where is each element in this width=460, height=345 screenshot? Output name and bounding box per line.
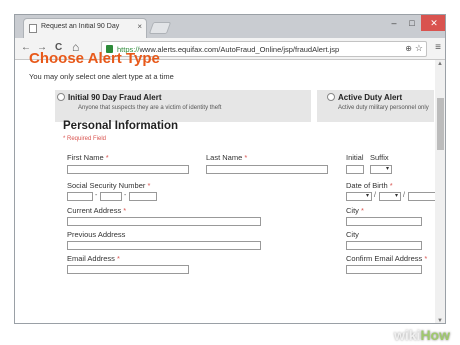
initial-input[interactable]	[346, 165, 364, 174]
ssn-part2-input[interactable]	[100, 192, 122, 201]
city-label: City *	[346, 206, 364, 215]
email-label: Email Address *	[67, 254, 120, 263]
vertical-scrollbar[interactable]: ▲ ▼	[435, 60, 445, 323]
ssn-part1-input[interactable]	[67, 192, 93, 201]
previous-address-label: Previous Address	[67, 230, 126, 239]
last-name-input[interactable]	[206, 165, 328, 174]
current-address-label: Current Address *	[67, 206, 127, 215]
ssn-label: Social Security Number *	[67, 181, 151, 190]
scrollbar-thumb[interactable]	[437, 98, 444, 150]
dob-slash: /	[403, 192, 405, 199]
previous-address-input[interactable]	[67, 241, 261, 250]
ssn-dash: -	[95, 192, 98, 199]
chevron-down-icon: ▾	[365, 193, 369, 199]
section-title: Personal Information	[63, 120, 179, 132]
suffix-select[interactable]: ▾	[370, 165, 392, 174]
dob-label: Date of Birth *	[346, 181, 393, 190]
browser-window: Request an Initial 90 Day × – □ ✕ ← → C …	[14, 14, 446, 324]
required-field-note: * Required Field	[63, 136, 107, 142]
suffix-label: Suffix	[370, 153, 389, 162]
email-input[interactable]	[67, 265, 189, 274]
current-address-input[interactable]	[67, 217, 261, 226]
page-content: Choose Alert Type You may only select on…	[15, 50, 445, 323]
dob-month-select[interactable]: ▾	[346, 192, 372, 201]
first-name-input[interactable]	[67, 165, 189, 174]
scroll-down-icon[interactable]: ▼	[437, 318, 443, 323]
last-name-label: Last Name *	[206, 153, 248, 162]
previous-city-label: City	[346, 230, 359, 239]
confirm-email-label: Confirm Email Address *	[346, 254, 428, 263]
confirm-email-input[interactable]	[346, 265, 422, 274]
previous-city-input[interactable]	[346, 241, 422, 250]
first-name-label: First Name *	[67, 153, 109, 162]
dob-slash: /	[374, 192, 376, 199]
ssn-dash: -	[124, 192, 127, 199]
chevron-down-icon: ▾	[394, 193, 398, 199]
dob-year-input[interactable]	[408, 192, 436, 201]
wikihow-watermark: wikiHow	[393, 327, 450, 343]
dob-day-select[interactable]: ▾	[379, 192, 401, 201]
scroll-up-icon[interactable]: ▲	[437, 61, 443, 67]
ssn-part3-input[interactable]	[129, 192, 157, 201]
initial-label: Initial	[346, 153, 364, 162]
chevron-down-icon: ▾	[385, 166, 389, 172]
personal-info-form: Personal Information * Required Field Fi…	[15, 15, 445, 323]
city-input[interactable]	[346, 217, 422, 226]
